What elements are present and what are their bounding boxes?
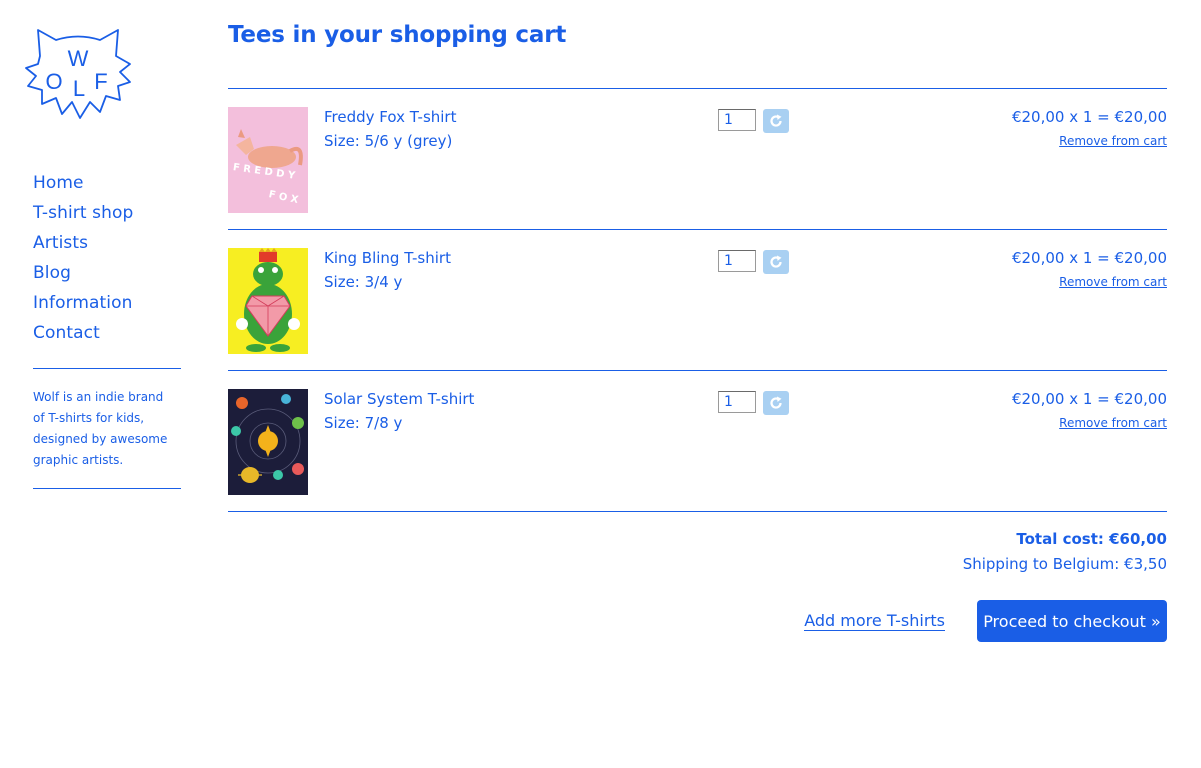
remove-from-cart-link[interactable]: Remove from cart [1059,134,1167,148]
cart-divider [228,511,1167,512]
item-size: Size: 3/4 y [324,273,403,291]
cart-item: Solar System T-shirt Size: 7/8 y €20,00 … [228,371,1167,512]
remove-from-cart-link[interactable]: Remove from cart [1059,275,1167,289]
fox-print-thumbnail[interactable]: F R E D D Y F O X [228,107,308,213]
frog-king-thumbnail[interactable] [228,248,308,354]
nav-home[interactable]: Home [33,168,182,198]
logo-letter-l: L [73,76,85,101]
cart-item: F R E D D Y F O X Freddy Fox T-shirt Siz… [228,89,1167,230]
brand-blurb: Wolf is an indie brand of T-shirts for k… [33,390,168,467]
quantity-input[interactable] [718,109,756,131]
nav-artists[interactable]: Artists [33,228,182,258]
proceed-to-checkout-button[interactable]: Proceed to checkout » [977,600,1167,642]
quantity-input[interactable] [718,391,756,413]
update-quantity-button[interactable] [763,391,789,415]
logo-letter-o: O [45,69,62,94]
update-quantity-button[interactable] [763,250,789,274]
refresh-icon [770,114,782,127]
sidebar-divider-bottom [33,488,181,489]
shipping-cost: Shipping to Belgium: €3,50 [962,555,1167,573]
logo-letter-w: W [68,46,89,71]
update-quantity-button[interactable] [763,109,789,133]
nav-information[interactable]: Information [33,288,182,318]
quantity-input[interactable] [718,250,756,272]
nav-blog[interactable]: Blog [33,258,182,288]
logo-letter-f: F [94,69,107,94]
item-name[interactable]: Freddy Fox T-shirt [324,108,456,126]
remove-from-cart-link[interactable]: Remove from cart [1059,416,1167,430]
add-more-tshirts-link[interactable]: Add more T-shirts [804,611,945,631]
main-nav: Home T-shirt shop Artists Blog Informati… [33,168,182,348]
item-price: €20,00 x 1 = €20,00 [1011,249,1167,267]
sidebar-divider [33,368,181,369]
nav-tshirt-shop[interactable]: T-shirt shop [33,198,182,228]
sidebar: W O L F Home T-shirt shop Artists Blog I… [24,26,182,489]
item-name[interactable]: Solar System T-shirt [324,390,474,408]
nav-contact[interactable]: Contact [33,318,182,348]
refresh-icon [770,255,782,268]
cart-item: King Bling T-shirt Size: 3/4 y €20,00 x … [228,230,1167,371]
item-price: €20,00 x 1 = €20,00 [1011,390,1167,408]
total-cost: Total cost: €60,00 [1016,530,1167,548]
refresh-icon [770,396,782,409]
item-size: Size: 7/8 y [324,414,403,432]
item-size: Size: 5/6 y (grey) [324,132,453,150]
wolf-logo[interactable]: W O L F [24,26,132,122]
page-title: Tees in your shopping cart [228,22,567,48]
item-name[interactable]: King Bling T-shirt [324,249,451,267]
solar-system-thumbnail[interactable] [228,389,308,495]
item-price: €20,00 x 1 = €20,00 [1011,108,1167,126]
